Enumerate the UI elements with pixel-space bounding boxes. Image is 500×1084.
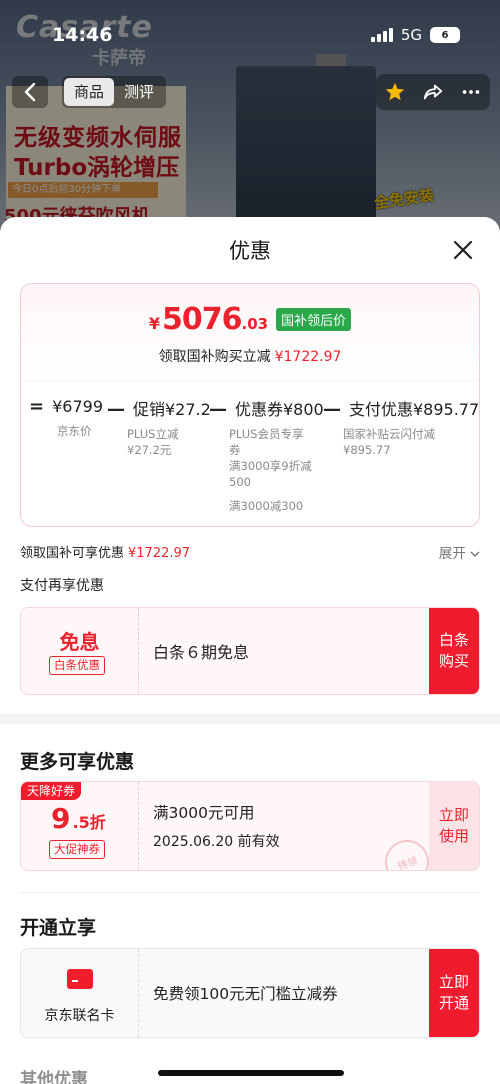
formula-value: 支付优惠¥895.77 — [349, 400, 480, 419]
chevron-left-icon — [24, 82, 36, 102]
back-button[interactable] — [12, 76, 48, 108]
price-subtitle-label: 领取国补购买立减 — [158, 349, 271, 365]
interest-free-offer: 免息 白条优惠 白条６期免息 白条购买 — [20, 607, 480, 695]
final-price: ¥ 5076 .03 国补领后价 — [21, 302, 479, 337]
formula-note: 国家补贴云闪付减 ¥895.77 — [343, 427, 435, 457]
baitiao-buy-button[interactable]: 白条购买 — [429, 608, 479, 694]
formula-item-promotion: — 促销¥27.2 PLUS立减 ¥27.2元 — [107, 396, 215, 458]
formula-value: 促销¥27.2 — [133, 400, 211, 419]
coupon-ribbon: 天降好券 — [21, 782, 82, 800]
baitiao-badge: 白条优惠 — [49, 656, 105, 675]
share-icon[interactable] — [422, 81, 444, 103]
credit-card-icon — [67, 969, 93, 989]
open-card-button[interactable]: 立即开通 — [429, 949, 479, 1037]
page-tabs: 商品 测评 — [62, 76, 167, 108]
formula-item-jd-price: = ¥6799 京东价 — [29, 396, 119, 439]
offer-left: 免息 白条优惠 — [21, 608, 139, 694]
formula-note: PLUS立减 ¥27.2元 — [127, 427, 179, 457]
price-breakdown-card: ¥ 5076 .03 国补领后价 领取国补购买立减 ¥1722.97 = ¥6799… — [20, 283, 480, 527]
expand-label: 展开 — [438, 546, 466, 562]
home-indicator[interactable] — [158, 1070, 344, 1076]
discount-sheet: 优惠 ¥ 5076 .03 国补领后价 领取国补购买立减 ¥1722.97 = ¥6… — [0, 217, 500, 1084]
formula-note: PLUS会员专享券满3000享9折减 500 满3000减300 — [229, 427, 312, 513]
interest-free-title: 免息 — [59, 630, 100, 654]
offer-description: 白条６期免息 — [153, 608, 419, 694]
battery-icon: 6 — [430, 27, 460, 43]
section-gap — [0, 714, 500, 724]
offer-description: 满3000元可用 2025.06.20 前有效 — [153, 782, 419, 870]
price-subtitle: 领取国补购买立减 ¥1722.97 — [21, 346, 479, 366]
formula-operator: — — [323, 399, 341, 420]
subsidy-price-tag: 国补领后价 — [276, 308, 352, 331]
subsidy-amount: ¥1722.97 — [128, 546, 191, 561]
use-coupon-label: 立即使用 — [438, 806, 469, 845]
chevron-down-icon — [470, 551, 480, 557]
formula-item-coupon: — 优惠券¥800 PLUS会员专享券满3000享9折减 500 满3000减300 — [209, 396, 327, 514]
formula-operator: — — [107, 399, 125, 420]
tab-review[interactable]: 测评 — [114, 78, 164, 106]
sheet-title: 优惠 — [229, 239, 271, 263]
cobrand-card-label: 京东联名卡 — [44, 1008, 115, 1024]
open-offers-title: 开通立享 — [20, 917, 97, 939]
nav-actions — [376, 74, 490, 110]
discount-small: .5折 — [72, 813, 106, 832]
star-icon[interactable] — [384, 81, 406, 103]
next-section-peek: 其他优惠 — [20, 1070, 88, 1084]
status-indicators: 5G 6 — [370, 26, 460, 44]
open-card-label: 立即开通 — [438, 973, 469, 1012]
formula-operator: = — [29, 396, 45, 417]
offer-description: 免费领100元无门槛立减券 — [153, 949, 419, 1037]
coupon-condition: 满3000元可用 — [153, 804, 255, 822]
coupon-expiry: 2025.06.20 前有效 — [153, 834, 280, 850]
price-decimal: .03 — [241, 315, 269, 333]
formula-note: 京东价 — [57, 424, 92, 438]
interest-free-desc: 白条６期免息 — [153, 643, 250, 662]
baitiao-buy-label: 白条购买 — [438, 631, 469, 670]
price-subtitle-amount: ¥1722.97 — [274, 349, 342, 365]
more-icon[interactable] — [460, 81, 482, 103]
coupon-badge: 大促神券 — [49, 840, 105, 859]
divider — [21, 380, 479, 381]
coupon-discount: 9.5折 — [51, 802, 106, 835]
use-coupon-button[interactable]: 立即使用 — [429, 782, 479, 870]
network-type: 5G — [400, 26, 422, 44]
pay-offers-title: 支付再享优惠 — [20, 578, 104, 594]
discount-big: 9 — [51, 802, 71, 835]
formula-value: ¥6799 — [52, 397, 103, 416]
coupon-offer: 天降好券 9.5折 大促神券 满3000元可用 2025.06.20 前有效 待… — [20, 781, 480, 871]
expand-toggle[interactable]: 展开 — [439, 542, 480, 562]
price-currency: ¥ — [148, 314, 161, 333]
status-time: 14:46 — [52, 24, 113, 46]
price-integer: 5076 — [162, 302, 242, 337]
more-offers-title: 更多可享优惠 — [20, 751, 135, 773]
cobrand-card-offer: 京东联名卡 免费领100元无门槛立减券 立即开通 — [20, 948, 480, 1038]
signal-icon — [370, 28, 393, 42]
cobrand-card-desc: 免费领100元无门槛立减券 — [153, 985, 338, 1003]
formula-value: 优惠券¥800 — [235, 400, 324, 419]
subsidy-row: 领取国补可享优惠 ¥1722.97 展开 — [20, 542, 480, 562]
formula-operator: — — [209, 399, 227, 420]
subsidy-label: 领取国补可享优惠 — [20, 546, 125, 561]
offer-left: 天降好券 9.5折 大促神券 — [21, 782, 139, 870]
formula-item-payment: — 支付优惠¥895.77 国家补贴云闪付减 ¥895.77 — [323, 396, 480, 458]
divider — [20, 892, 480, 893]
close-icon[interactable] — [450, 237, 476, 263]
offer-left: 京东联名卡 — [21, 949, 139, 1037]
tab-product[interactable]: 商品 — [64, 78, 115, 106]
